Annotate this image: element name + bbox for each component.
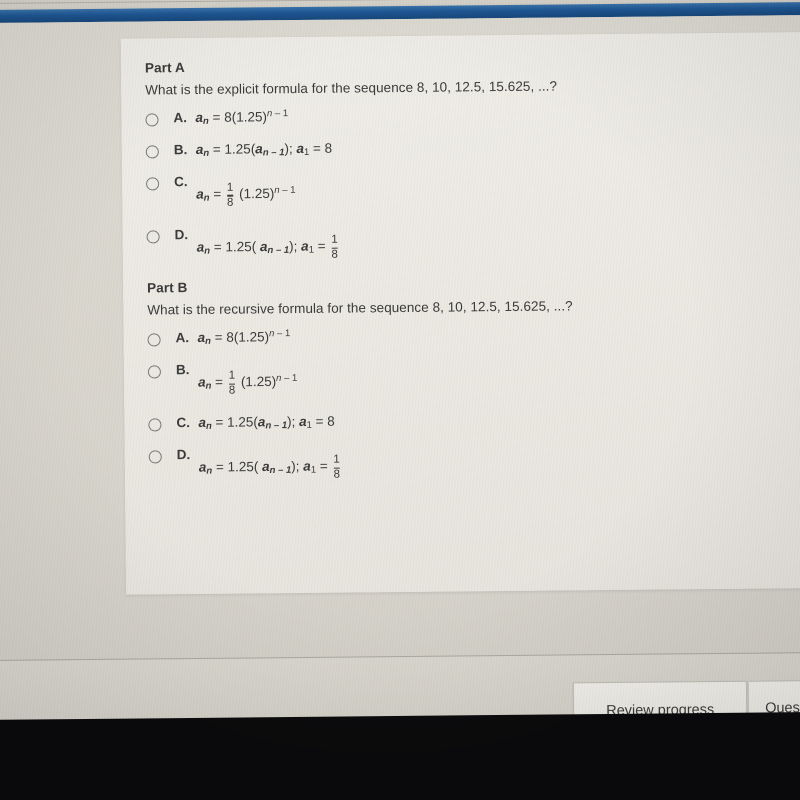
- option-formula: an = 1.25( an – 1); a1 = 18: [196, 233, 338, 261]
- radio-icon[interactable]: [146, 230, 160, 244]
- part-b-option-d[interactable]: D. an = 1.25( an – 1); a1 = 18: [148, 441, 800, 483]
- option-formula: an = 18 (1.25)n – 1: [197, 369, 298, 397]
- screen-surface: Your Assessment Part A What is the expli…: [0, 0, 800, 778]
- part-a-option-c[interactable]: C. an = 18 (1.25)n – 1: [146, 168, 800, 210]
- option-letter: D.: [176, 447, 191, 463]
- option-formula: an = 8(1.25)n – 1: [197, 328, 291, 348]
- question-card: Part A What is the explicit formula for …: [120, 31, 800, 595]
- part-b-option-c[interactable]: C. an = 1.25(an – 1); a1 = 8: [148, 409, 800, 434]
- option-formula: an = 18 (1.25)n – 1: [196, 181, 296, 209]
- part-b-block: Part B What is the recursive formula for…: [147, 274, 800, 483]
- radio-icon[interactable]: [146, 177, 160, 191]
- part-b-label: Part B: [147, 280, 188, 296]
- option-formula: an = 1.25(an – 1); a1 = 8: [195, 140, 333, 159]
- part-a-block: Part A What is the explicit formula for …: [145, 54, 800, 263]
- radio-icon[interactable]: [148, 418, 162, 432]
- option-letter: B.: [173, 141, 188, 158]
- radio-icon[interactable]: [148, 450, 162, 464]
- option-letter: C.: [174, 173, 188, 190]
- part-b-option-a[interactable]: A. an = 8(1.25)n – 1: [147, 324, 800, 349]
- option-letter: A.: [175, 330, 190, 346]
- photo-of-screen: Your Assessment Part A What is the expli…: [0, 0, 800, 800]
- part-a-option-a[interactable]: A. an = 8(1.25)n – 1: [145, 104, 800, 129]
- option-letter: A.: [173, 110, 188, 126]
- radio-icon[interactable]: [145, 145, 159, 159]
- option-formula: an = 8(1.25)n – 1: [195, 108, 289, 127]
- screen-bezel: [0, 711, 800, 800]
- option-formula: an = 1.25(an – 1); a1 = 8: [198, 413, 335, 433]
- part-b-question: What is the recursive formula for the se…: [147, 298, 573, 318]
- option-formula: an = 1.25( an – 1); a1 = 18: [198, 453, 341, 481]
- part-a-question: What is the explicit formula for the seq…: [145, 78, 558, 98]
- radio-icon[interactable]: [147, 365, 161, 379]
- radio-icon[interactable]: [147, 333, 161, 347]
- option-letter: B.: [175, 362, 190, 378]
- part-a-label: Part A: [144, 60, 185, 76]
- part-a-option-d[interactable]: D. an = 1.25( an – 1); a1 = 18: [146, 221, 800, 263]
- option-letter: D.: [174, 227, 189, 243]
- part-a-option-b[interactable]: B. an = 1.25(an – 1); a1 = 8: [145, 136, 800, 161]
- radio-icon[interactable]: [145, 113, 159, 127]
- option-letter: C.: [176, 415, 190, 431]
- part-b-option-b[interactable]: B. an = 18 (1.25)n – 1: [147, 356, 800, 398]
